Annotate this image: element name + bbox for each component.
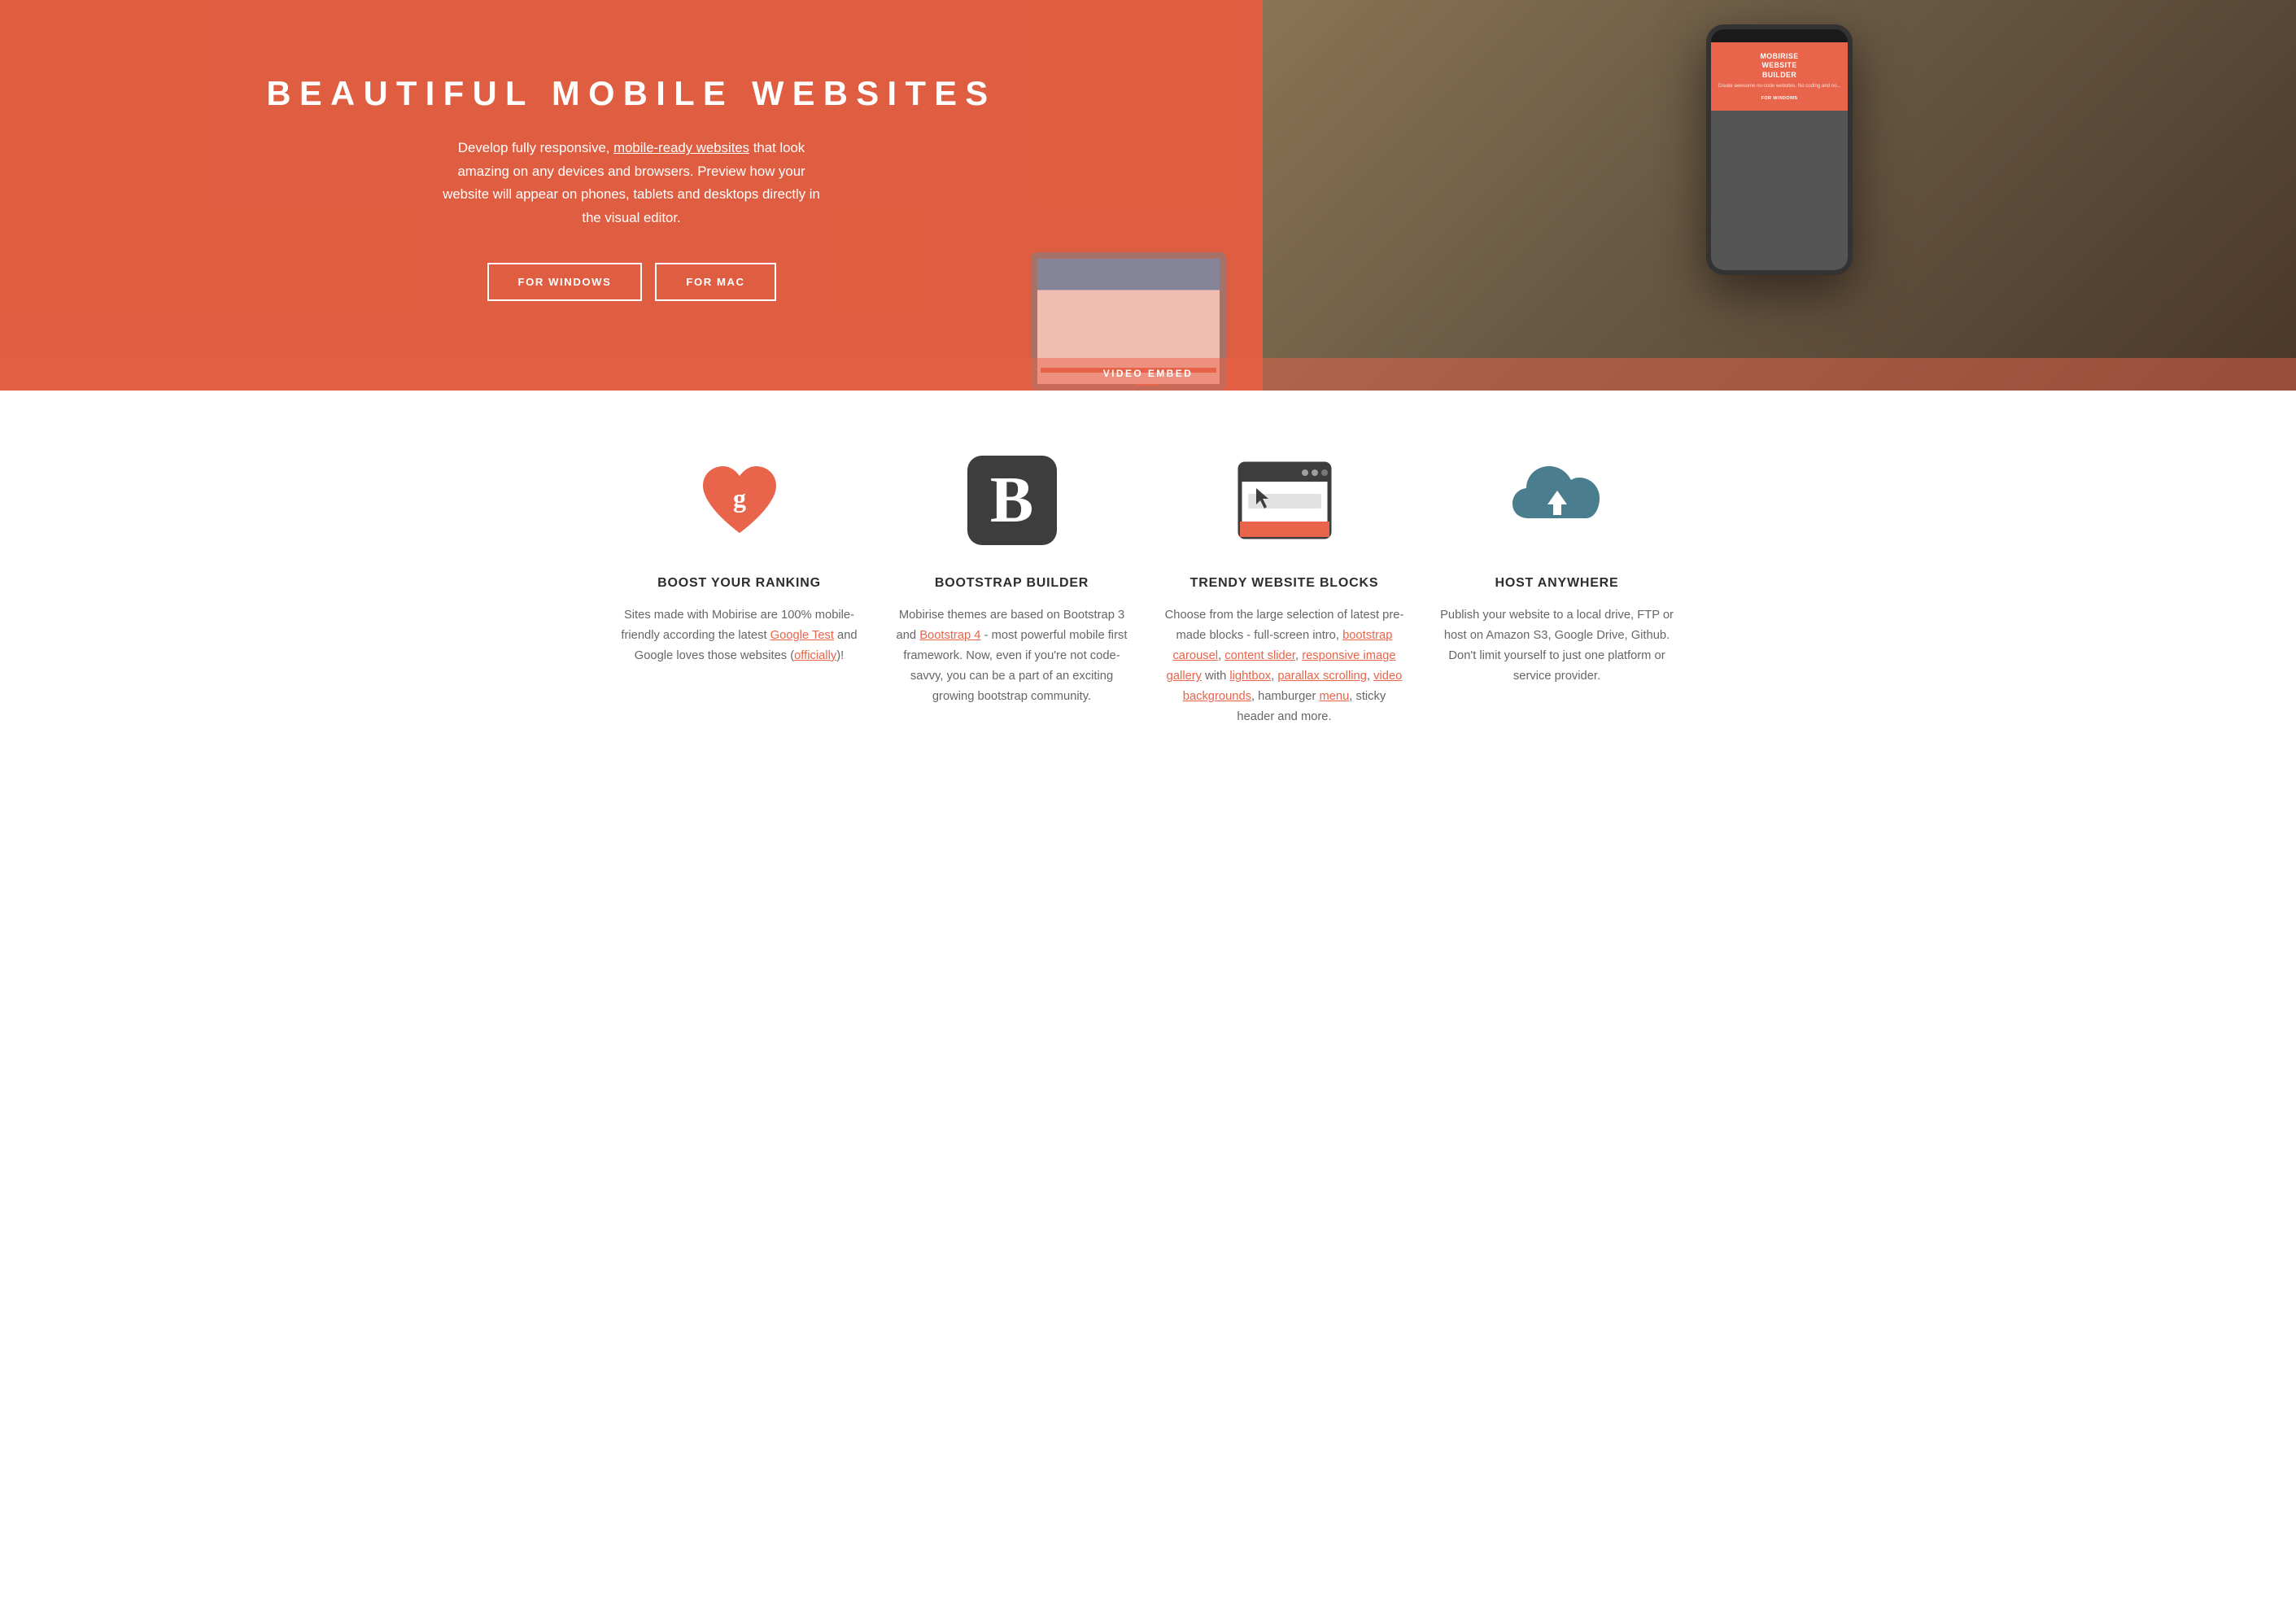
feature-trendy-blocks: TRENDY WEBSITE BLOCKS Choose from the la… [1164,447,1404,727]
host-anywhere-desc: Publish your website to a local drive, F… [1437,605,1677,687]
officially-link[interactable]: officially [794,649,836,662]
bootstrap-title: BOOTSTRAP BUILDER [935,576,1089,591]
phone-mockup: MOBIRISEWEBSITEBUILDER Create awesome no… [1706,24,1853,275]
cloud-icon-container [1504,447,1610,553]
bootstrap-desc: Mobirise themes are based on Bootstrap 3… [892,605,1132,707]
bootstrap-b-letter: B [990,464,1033,538]
video-section-peek: VIDEO EMBED [0,358,2296,391]
content-slider-link[interactable]: content slider [1224,649,1295,662]
feature-bootstrap: B BOOTSTRAP BUILDER Mobirise themes are … [892,447,1132,727]
phone-btn: FOR WINDOWS [1755,94,1805,103]
cloud-upload-icon [1508,460,1606,541]
svg-text:g: g [733,483,746,513]
browser-window-icon [1236,460,1334,541]
lightbox-link[interactable]: lightbox [1229,670,1271,683]
hero-section: BEAUTIFUL MOBILE WEBSITES Develop fully … [0,0,2296,391]
heart-icon-container: g [687,447,792,553]
video-section-bar [1136,384,1160,386]
boost-ranking-title: BOOST YOUR RANKING [657,576,821,591]
browser-icon-container [1232,447,1338,553]
menu-link[interactable]: menu [1319,690,1349,703]
mac-button[interactable]: FOR MAC [655,263,775,301]
hero-description: Develop fully responsive, mobile-ready w… [436,137,827,229]
hero-content: BEAUTIFUL MOBILE WEBSITES Develop fully … [0,0,2296,391]
bootstrap4-link[interactable]: Bootstrap 4 [919,629,980,642]
windows-button[interactable]: FOR WINDOWS [487,263,643,301]
video-section-label: VIDEO EMBED [0,368,2296,379]
hero-title: BEAUTIFUL MOBILE WEBSITES [267,73,997,114]
phone-screen-title: MOBIRISEWEBSITEBUILDER [1761,52,1799,80]
bootstrap-icon: B [967,456,1057,545]
host-anywhere-title: HOST ANYWHERE [1495,576,1618,591]
phone-screen-sub: Create awesome no-code websites. No codi… [1718,83,1841,89]
parallax-link[interactable]: parallax scrolling [1277,670,1367,683]
trendy-blocks-desc: Choose from the large selection of lates… [1164,605,1404,727]
heart-google-icon: g [695,460,784,541]
hero-buttons: FOR WINDOWS FOR MAC [487,263,776,301]
hero-image-area: MOBIRISEWEBSITEBUILDER Create awesome no… [1263,0,2296,391]
hero-right: MOBIRISEWEBSITEBUILDER Create awesome no… [1263,0,2296,391]
mobile-ready-link[interactable]: mobile-ready websites [613,140,749,155]
trendy-blocks-title: TRENDY WEBSITE BLOCKS [1190,576,1379,591]
features-section: g BOOST YOUR RANKING Sites made with Mob… [0,391,2296,776]
feature-host-anywhere: HOST ANYWHERE Publish your website to a … [1437,447,1677,727]
bootstrap-icon-container: B [959,447,1065,553]
phone-screen: MOBIRISEWEBSITEBUILDER Create awesome no… [1711,42,1848,270]
boost-ranking-desc: Sites made with Mobirise are 100% mobile… [619,605,859,666]
google-test-link[interactable]: Google Test [770,629,834,642]
features-grid: g BOOST YOUR RANKING Sites made with Mob… [619,447,1677,727]
feature-boost-ranking: g BOOST YOUR RANKING Sites made with Mob… [619,447,859,727]
hero-left: BEAUTIFUL MOBILE WEBSITES Develop fully … [0,0,1263,391]
